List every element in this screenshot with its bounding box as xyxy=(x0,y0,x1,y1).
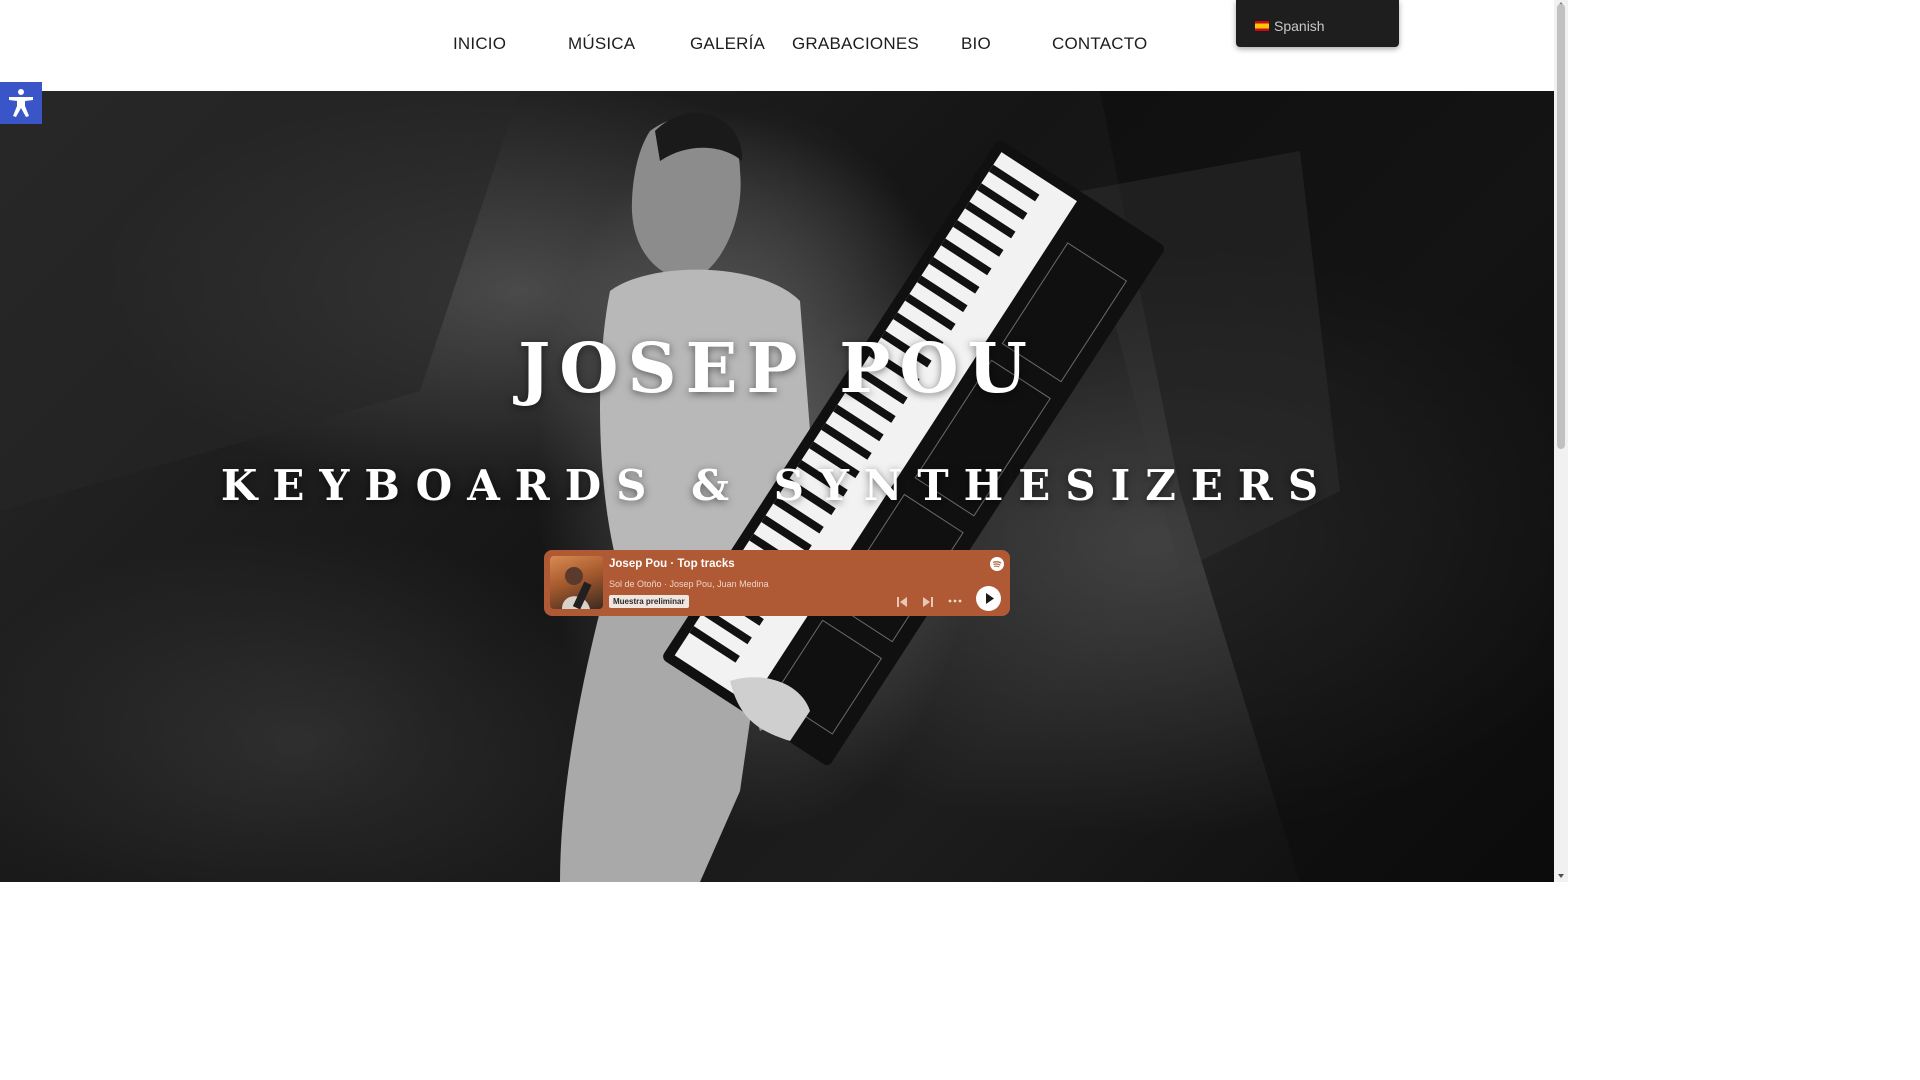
hero-title: JOSEP POU xyxy=(518,329,1036,409)
scroll-down-arrow-icon[interactable] xyxy=(1557,872,1565,880)
site-header: INICIO MÚSICA GALERÍA GRABACIONES BIO CO… xyxy=(0,0,1554,91)
player-track[interactable]: Sol de Otoño · Josep Pou, Juan Medina xyxy=(609,579,769,589)
previous-icon[interactable] xyxy=(896,596,908,608)
nav-item-inicio[interactable]: INICIO xyxy=(453,34,506,54)
nav-item-musica[interactable]: MÚSICA xyxy=(568,34,635,54)
hero-subtitle: KEYBOARDS & SYNTHESIZERS xyxy=(220,461,1334,510)
next-icon[interactable] xyxy=(922,596,934,608)
hero-section: JOSEP POU KEYBOARDS & SYNTHESIZERS Josep… xyxy=(0,91,1554,882)
nav-item-galeria[interactable]: GALERÍA xyxy=(690,34,765,54)
page-scrollbar[interactable] xyxy=(1554,0,1568,882)
language-label: Spanish xyxy=(1274,18,1325,34)
spain-flag-icon xyxy=(1255,21,1269,31)
nav-item-bio[interactable]: BIO xyxy=(961,34,991,54)
language-switcher[interactable]: Spanish xyxy=(1236,0,1399,47)
album-cover[interactable] xyxy=(550,556,603,609)
more-icon[interactable] xyxy=(947,595,963,607)
spotify-icon[interactable] xyxy=(990,557,1004,571)
player-title[interactable]: Josep Pou · Top tracks xyxy=(609,558,735,570)
accessibility-person-icon xyxy=(9,89,33,117)
accessibility-button[interactable] xyxy=(0,82,42,124)
nav-item-grabaciones[interactable]: GRABACIONES xyxy=(792,34,919,54)
scrollbar-thumb[interactable] xyxy=(1557,4,1565,449)
play-icon xyxy=(986,593,994,604)
play-button[interactable] xyxy=(976,586,1001,611)
preview-badge: Muestra preliminar xyxy=(609,595,689,608)
spotify-player[interactable]: Josep Pou · Top tracks Sol de Otoño · Jo… xyxy=(544,550,1010,616)
nav-item-contacto[interactable]: CONTACTO xyxy=(1052,34,1147,54)
